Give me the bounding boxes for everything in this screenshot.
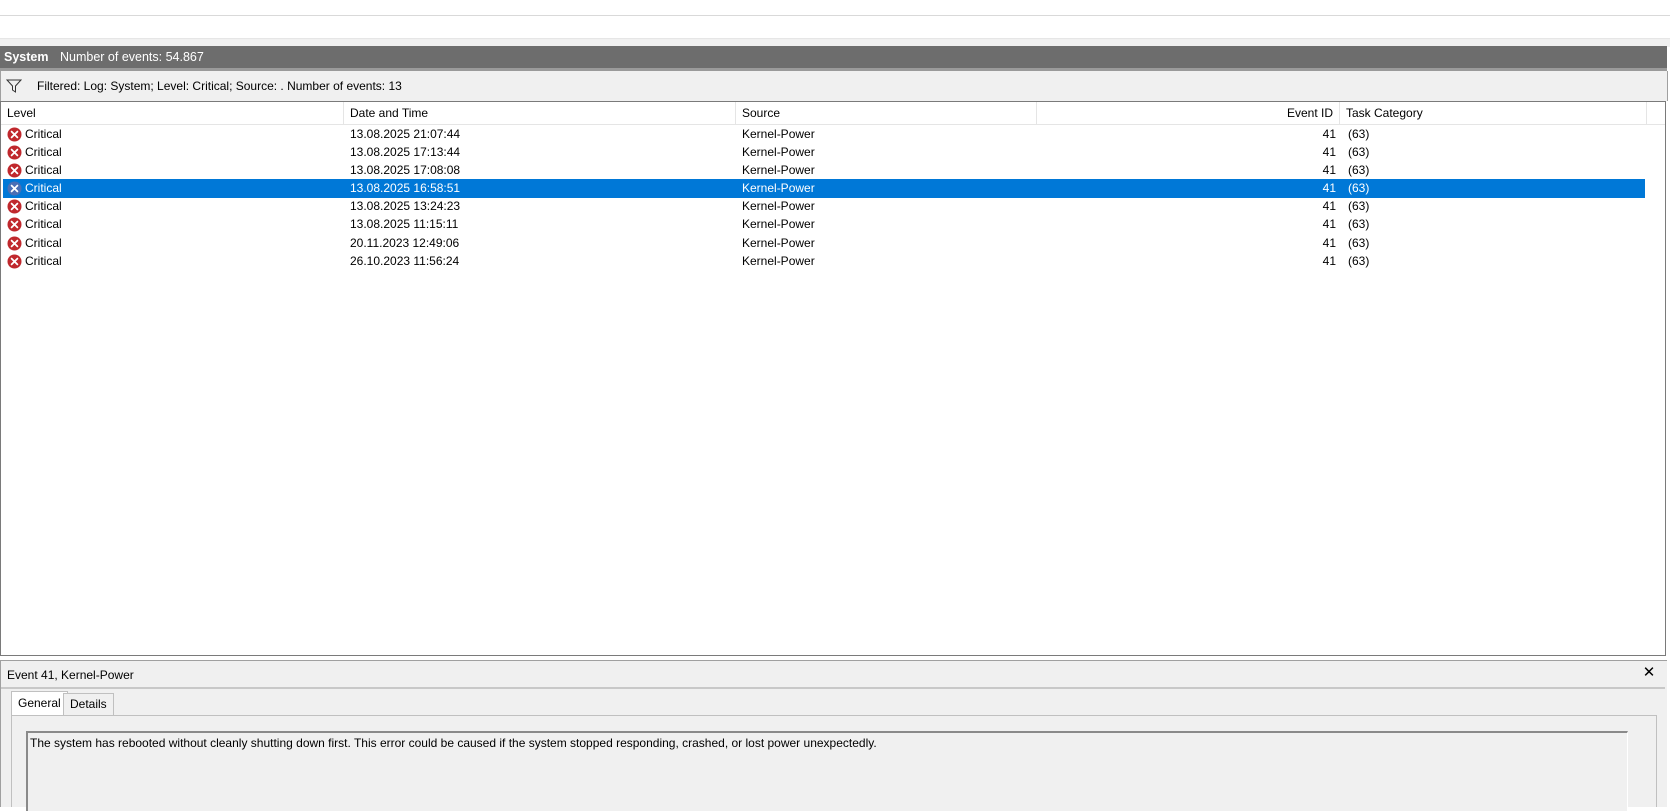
table-row[interactable]: Critical 20.11.2023 12:49:06 Kernel-Power 4…	[3, 234, 1645, 253]
table-row[interactable]: Critical 13.08.2025 13:24:23 Kernel-Power 4…	[3, 197, 1645, 216]
table-row[interactable]: Critical 13.08.2025 11:15:11 Kernel-Power 4…	[3, 215, 1645, 234]
cell-level: Critical	[25, 181, 62, 195]
general-tab-panel: The system has rebooted without cleanly …	[11, 715, 1657, 811]
cell-source: Kernel-Power	[742, 181, 815, 195]
table-row[interactable]: Critical 26.10.2023 11:56:24 Kernel-Power 4…	[3, 252, 1645, 271]
cell-level: Critical	[25, 254, 62, 268]
cell-event-id: 41	[1322, 217, 1336, 231]
cell-task-category: (63)	[1348, 127, 1370, 141]
cell-source: Kernel-Power	[742, 217, 815, 231]
critical-error-icon	[7, 181, 22, 196]
details-title: Event 41, Kernel-Power	[7, 668, 134, 682]
event-description-text: The system has rebooted without cleanly …	[30, 736, 877, 750]
critical-error-icon	[7, 145, 22, 160]
cell-date-time: 13.08.2025 11:15:11	[350, 217, 459, 231]
tab-details[interactable]: Details	[63, 693, 114, 715]
critical-error-icon	[7, 254, 22, 269]
cell-date-time: 13.08.2025 17:08:08	[350, 163, 461, 177]
table-row[interactable]: Critical 13.08.2025 17:13:44 Kernel-Power 4…	[3, 143, 1645, 162]
critical-error-icon	[7, 199, 22, 214]
table-header: Level Date and Time Source Event ID Task…	[1, 102, 1665, 125]
cell-event-id: 41	[1322, 254, 1336, 268]
cell-date-time: 20.11.2023 12:49:06	[350, 236, 460, 250]
cell-level: Critical	[25, 145, 62, 159]
column-header-event-id[interactable]: Event ID	[1037, 102, 1340, 124]
log-event-count: Number of events: 54.867	[60, 50, 204, 64]
filter-description: Filtered: Log: System; Level: Critical; …	[37, 79, 402, 93]
cell-task-category: (63)	[1348, 236, 1370, 250]
cell-task-category: (63)	[1348, 163, 1370, 177]
cell-event-id: 41	[1322, 127, 1336, 141]
critical-error-icon	[7, 236, 22, 251]
cell-event-id: 41	[1322, 145, 1336, 159]
event-description-box[interactable]: The system has rebooted without cleanly …	[26, 731, 1628, 811]
cell-source: Kernel-Power	[742, 254, 815, 268]
critical-error-icon	[7, 127, 22, 142]
critical-error-icon	[7, 217, 22, 232]
filter-bar: Filtered: Log: System; Level: Critical; …	[0, 71, 1668, 101]
log-name: System	[4, 50, 49, 64]
cell-date-time: 13.08.2025 17:13:44	[350, 145, 461, 159]
cell-event-id: 41	[1322, 181, 1336, 195]
cell-source: Kernel-Power	[742, 236, 815, 250]
filter-icon	[5, 78, 23, 97]
column-header-date-time[interactable]: Date and Time	[344, 102, 736, 124]
table-row[interactable]: Critical 13.08.2025 17:08:08 Kernel-Power 4…	[3, 161, 1645, 180]
event-details-pane: Event 41, Kernel-Power ✕ General Details…	[0, 660, 1667, 811]
cell-task-category: (63)	[1348, 145, 1370, 159]
cell-level: Critical	[25, 217, 62, 231]
cell-date-time: 26.10.2023 11:56:24	[350, 254, 460, 268]
cell-task-category: (63)	[1348, 254, 1370, 268]
cell-event-id: 41	[1322, 199, 1336, 213]
cell-level: Critical	[25, 127, 62, 141]
cell-date-time: 13.08.2025 21:07:44	[350, 127, 461, 141]
column-header-level[interactable]: Level	[1, 102, 344, 124]
events-table: Level Date and Time Source Event ID Task…	[0, 101, 1666, 656]
details-divider	[1, 687, 1665, 689]
cell-level: Critical	[25, 163, 62, 177]
cell-source: Kernel-Power	[742, 199, 815, 213]
cell-date-time: 13.08.2025 13:24:23	[350, 199, 461, 213]
cell-task-category: (63)	[1348, 181, 1370, 195]
cell-source: Kernel-Power	[742, 163, 815, 177]
cell-level: Critical	[25, 199, 62, 213]
cell-date-time: 13.08.2025 16:58:51	[350, 181, 461, 195]
cell-event-id: 41	[1322, 236, 1336, 250]
column-header-task-category[interactable]: Task Category	[1340, 102, 1647, 124]
cell-event-id: 41	[1322, 163, 1336, 177]
top-divider	[0, 15, 1670, 16]
log-header-bar: System Number of events: 54.867	[0, 46, 1667, 71]
critical-error-icon	[7, 163, 22, 178]
cell-task-category: (63)	[1348, 199, 1370, 213]
cell-task-category: (63)	[1348, 217, 1370, 231]
cell-level: Critical	[25, 236, 62, 250]
column-header-source[interactable]: Source	[736, 102, 1037, 124]
tab-general[interactable]: General	[11, 691, 68, 715]
cell-source: Kernel-Power	[742, 127, 815, 141]
table-row[interactable]: Critical 13.08.2025 21:07:44 Kernel-Power 4…	[3, 125, 1645, 144]
close-icon[interactable]: ✕	[1641, 665, 1657, 681]
cell-source: Kernel-Power	[742, 145, 815, 159]
table-row[interactable]: Critical 13.08.2025 16:58:51 Kernel-Power 4…	[3, 179, 1645, 198]
